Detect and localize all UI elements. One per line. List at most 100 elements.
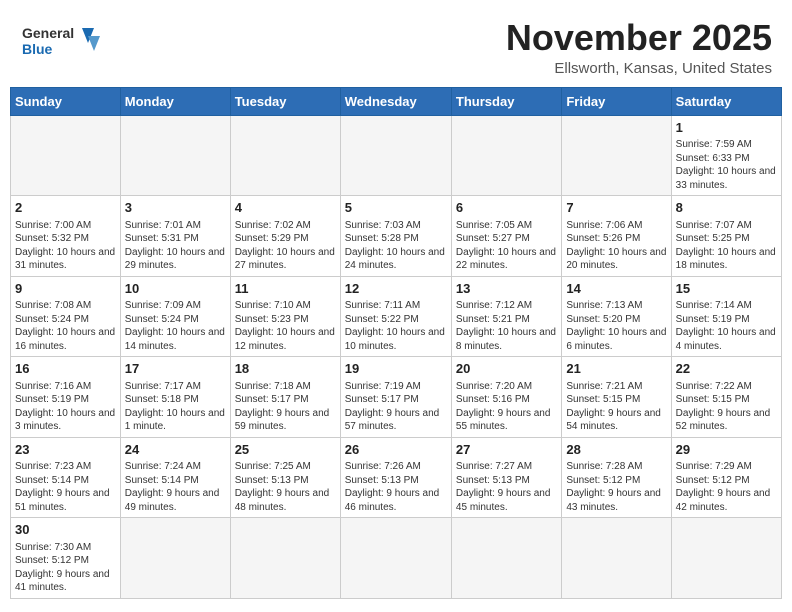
day-info: Sunrise: 7:19 AM Sunset: 5:17 PM Dayligh… bbox=[345, 380, 447, 434]
calendar-cell bbox=[671, 518, 781, 599]
day-number: 19 bbox=[345, 360, 447, 378]
day-number: 4 bbox=[235, 199, 336, 217]
day-info: Sunrise: 7:30 AM Sunset: 5:12 PM Dayligh… bbox=[15, 541, 116, 595]
column-header-thursday: Thursday bbox=[451, 87, 561, 115]
day-info: Sunrise: 7:59 AM Sunset: 6:33 PM Dayligh… bbox=[676, 138, 777, 192]
calendar-week-5: 23Sunrise: 7:23 AM Sunset: 5:14 PM Dayli… bbox=[11, 437, 782, 518]
calendar-cell: 20Sunrise: 7:20 AM Sunset: 5:16 PM Dayli… bbox=[451, 357, 561, 438]
calendar-cell bbox=[120, 518, 230, 599]
calendar-week-6: 30 Sunrise: 7:30 AM Sunset: 5:12 PM Dayli… bbox=[11, 518, 782, 599]
calendar-week-2: 2Sunrise: 7:00 AM Sunset: 5:32 PM Daylig… bbox=[11, 196, 782, 277]
day-number: 9 bbox=[15, 280, 116, 298]
day-number: 24 bbox=[125, 441, 226, 459]
calendar-cell: 6 Sunrise: 7:05 AM Sunset: 5:27 PM Daylig… bbox=[451, 196, 561, 277]
day-info: Sunrise: 7:17 AM Sunset: 5:18 PM Dayligh… bbox=[125, 380, 226, 434]
svg-text:Blue: Blue bbox=[22, 41, 53, 57]
day-info: Sunrise: 7:23 AM Sunset: 5:14 PM Dayligh… bbox=[15, 460, 116, 514]
day-number: 10 bbox=[125, 280, 226, 298]
day-number: 12 bbox=[345, 280, 447, 298]
day-number: 11 bbox=[235, 280, 336, 298]
day-number: 18 bbox=[235, 360, 336, 378]
calendar-cell bbox=[451, 518, 561, 599]
calendar-cell: 26Sunrise: 7:26 AM Sunset: 5:13 PM Dayli… bbox=[340, 437, 451, 518]
calendar-week-3: 9Sunrise: 7:08 AM Sunset: 5:24 PM Daylig… bbox=[11, 276, 782, 357]
day-info: Sunrise: 7:18 AM Sunset: 5:17 PM Dayligh… bbox=[235, 380, 336, 434]
day-number: 3 bbox=[125, 199, 226, 217]
calendar-cell: 29Sunrise: 7:29 AM Sunset: 5:12 PM Dayli… bbox=[671, 437, 781, 518]
calendar-cell: 14Sunrise: 7:13 AM Sunset: 5:20 PM Dayli… bbox=[562, 276, 671, 357]
day-number: 5 bbox=[345, 199, 447, 217]
day-info: Sunrise: 7:12 AM Sunset: 5:21 PM Dayligh… bbox=[456, 299, 557, 353]
day-info: Sunrise: 7:24 AM Sunset: 5:14 PM Dayligh… bbox=[125, 460, 226, 514]
day-number: 28 bbox=[566, 441, 666, 459]
day-info: Sunrise: 7:05 AM Sunset: 5:27 PM Dayligh… bbox=[456, 219, 557, 273]
day-info: Sunrise: 7:14 AM Sunset: 5:19 PM Dayligh… bbox=[676, 299, 777, 353]
calendar-cell: 7 Sunrise: 7:06 AM Sunset: 5:26 PM Daylig… bbox=[562, 196, 671, 277]
page: General Blue November 2025 Ellsworth, Ka… bbox=[0, 0, 792, 609]
calendar-cell: 27Sunrise: 7:27 AM Sunset: 5:13 PM Dayli… bbox=[451, 437, 561, 518]
day-number: 23 bbox=[15, 441, 116, 459]
calendar-table: SundayMondayTuesdayWednesdayThursdayFrid… bbox=[10, 87, 782, 599]
calendar-week-1: 1Sunrise: 7:59 AM Sunset: 6:33 PM Daylig… bbox=[11, 115, 782, 196]
calendar-cell: 3 Sunrise: 7:01 AM Sunset: 5:31 PM Daylig… bbox=[120, 196, 230, 277]
svg-text:General: General bbox=[22, 25, 74, 41]
calendar-cell: 30 Sunrise: 7:30 AM Sunset: 5:12 PM Dayli… bbox=[11, 518, 121, 599]
calendar-cell bbox=[11, 115, 121, 196]
day-number: 7 bbox=[566, 199, 666, 217]
calendar-cell: 24Sunrise: 7:24 AM Sunset: 5:14 PM Dayli… bbox=[120, 437, 230, 518]
day-info: Sunrise: 7:25 AM Sunset: 5:13 PM Dayligh… bbox=[235, 460, 336, 514]
day-number: 13 bbox=[456, 280, 557, 298]
calendar-cell: 10Sunrise: 7:09 AM Sunset: 5:24 PM Dayli… bbox=[120, 276, 230, 357]
calendar-cell: 28Sunrise: 7:28 AM Sunset: 5:12 PM Dayli… bbox=[562, 437, 671, 518]
calendar-cell: 22Sunrise: 7:22 AM Sunset: 5:15 PM Dayli… bbox=[671, 357, 781, 438]
logo: General Blue bbox=[20, 18, 110, 63]
calendar-cell bbox=[451, 115, 561, 196]
day-info: Sunrise: 7:27 AM Sunset: 5:13 PM Dayligh… bbox=[456, 460, 557, 514]
day-info: Sunrise: 7:10 AM Sunset: 5:23 PM Dayligh… bbox=[235, 299, 336, 353]
day-info: Sunrise: 7:26 AM Sunset: 5:13 PM Dayligh… bbox=[345, 460, 447, 514]
calendar-cell bbox=[340, 115, 451, 196]
day-info: Sunrise: 7:01 AM Sunset: 5:31 PM Dayligh… bbox=[125, 219, 226, 273]
day-number: 21 bbox=[566, 360, 666, 378]
calendar-cell bbox=[120, 115, 230, 196]
day-number: 14 bbox=[566, 280, 666, 298]
calendar-cell: 1Sunrise: 7:59 AM Sunset: 6:33 PM Daylig… bbox=[671, 115, 781, 196]
calendar-cell: 8Sunrise: 7:07 AM Sunset: 5:25 PM Daylig… bbox=[671, 196, 781, 277]
column-header-sunday: Sunday bbox=[11, 87, 121, 115]
day-info: Sunrise: 7:00 AM Sunset: 5:32 PM Dayligh… bbox=[15, 219, 116, 273]
day-info: Sunrise: 7:22 AM Sunset: 5:15 PM Dayligh… bbox=[676, 380, 777, 434]
calendar-cell: 5Sunrise: 7:03 AM Sunset: 5:28 PM Daylig… bbox=[340, 196, 451, 277]
calendar-cell: 19 Sunrise: 7:19 AM Sunset: 5:17 PM Dayli… bbox=[340, 357, 451, 438]
header: General Blue November 2025 Ellsworth, Ka… bbox=[0, 0, 792, 87]
day-info: Sunrise: 7:11 AM Sunset: 5:22 PM Dayligh… bbox=[345, 299, 447, 353]
location-title: Ellsworth, Kansas, United States bbox=[506, 60, 772, 77]
calendar-cell: 13Sunrise: 7:12 AM Sunset: 5:21 PM Dayli… bbox=[451, 276, 561, 357]
day-number: 16 bbox=[15, 360, 116, 378]
day-info: Sunrise: 7:09 AM Sunset: 5:24 PM Dayligh… bbox=[125, 299, 226, 353]
calendar-cell: 16 Sunrise: 7:16 AM Sunset: 5:19 PM Dayli… bbox=[11, 357, 121, 438]
day-info: Sunrise: 7:28 AM Sunset: 5:12 PM Dayligh… bbox=[566, 460, 666, 514]
calendar-cell: 23Sunrise: 7:23 AM Sunset: 5:14 PM Dayli… bbox=[11, 437, 121, 518]
day-number: 30 bbox=[15, 521, 116, 539]
column-header-monday: Monday bbox=[120, 87, 230, 115]
column-header-wednesday: Wednesday bbox=[340, 87, 451, 115]
day-info: Sunrise: 7:08 AM Sunset: 5:24 PM Dayligh… bbox=[15, 299, 116, 353]
day-number: 29 bbox=[676, 441, 777, 459]
day-number: 6 bbox=[456, 199, 557, 217]
calendar-body: 1Sunrise: 7:59 AM Sunset: 6:33 PM Daylig… bbox=[11, 115, 782, 598]
logo-svg: General Blue bbox=[20, 18, 110, 63]
month-title: November 2025 bbox=[506, 18, 772, 58]
day-info: Sunrise: 7:06 AM Sunset: 5:26 PM Dayligh… bbox=[566, 219, 666, 273]
column-header-friday: Friday bbox=[562, 87, 671, 115]
calendar-cell: 11Sunrise: 7:10 AM Sunset: 5:23 PM Dayli… bbox=[230, 276, 340, 357]
calendar-cell: 21Sunrise: 7:21 AM Sunset: 5:15 PM Dayli… bbox=[562, 357, 671, 438]
day-number: 17 bbox=[125, 360, 226, 378]
calendar-cell bbox=[562, 115, 671, 196]
column-header-saturday: Saturday bbox=[671, 87, 781, 115]
day-number: 27 bbox=[456, 441, 557, 459]
calendar-cell bbox=[340, 518, 451, 599]
day-info: Sunrise: 7:16 AM Sunset: 5:19 PM Dayligh… bbox=[15, 380, 116, 434]
calendar-cell: 4Sunrise: 7:02 AM Sunset: 5:29 PM Daylig… bbox=[230, 196, 340, 277]
calendar-wrapper: SundayMondayTuesdayWednesdayThursdayFrid… bbox=[0, 87, 792, 609]
day-number: 15 bbox=[676, 280, 777, 298]
